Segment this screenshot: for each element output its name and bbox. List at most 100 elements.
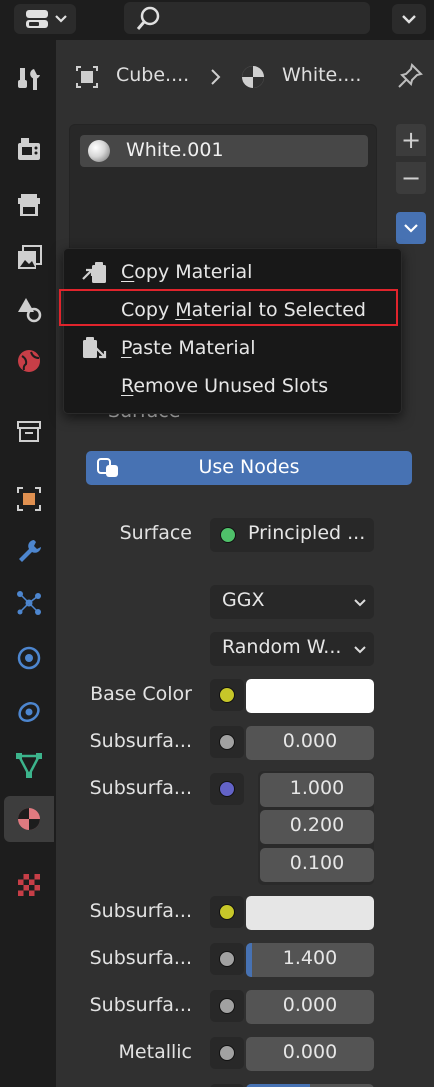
menu-item-label: Copy Material xyxy=(121,261,253,283)
subsurface-anisotropy-label: Subsurfa... xyxy=(89,994,192,1016)
material-icon xyxy=(18,808,40,830)
subsurface-radius-x[interactable]: 1.000 xyxy=(260,773,374,807)
base-color-label: Base Color xyxy=(90,683,192,705)
socket-icon xyxy=(219,1045,235,1061)
tab-data[interactable] xyxy=(4,742,54,788)
subsurface-radius-y[interactable]: 0.200 xyxy=(260,810,374,844)
chevron-down-icon xyxy=(354,599,366,607)
search-icon xyxy=(136,6,160,30)
surface-shader-field[interactable]: Principled ... xyxy=(210,518,374,552)
subsurface-method-value: Random W... xyxy=(222,636,342,658)
subsurface-radius-socket[interactable] xyxy=(210,773,244,805)
subsurface-field[interactable]: 0.000 xyxy=(246,726,374,760)
slider-fill xyxy=(246,943,253,977)
tab-tool[interactable] xyxy=(4,56,54,102)
subsurface-radius-label: Subsurfa... xyxy=(89,777,192,799)
tab-physics[interactable] xyxy=(4,634,54,680)
subsurface-ior-slider[interactable]: 1.400 xyxy=(246,943,374,977)
pin-icon[interactable] xyxy=(396,62,424,90)
material-specials-menu: Copy Material Copy Material to Selected … xyxy=(63,248,402,414)
properties-editor: Cube.... White.... White.001 + − Surface… xyxy=(56,40,434,1087)
tab-texture[interactable] xyxy=(4,862,54,908)
distribution-dropdown[interactable]: GGX xyxy=(210,585,374,619)
tab-scene[interactable] xyxy=(4,286,54,332)
paste-icon xyxy=(83,337,107,359)
properties-tabs xyxy=(0,40,56,1087)
search-input[interactable] xyxy=(124,2,370,34)
render-icon xyxy=(18,138,40,160)
socket-icon xyxy=(219,781,235,797)
subsurface-label: Subsurfa... xyxy=(89,730,192,752)
material-slot-label: White.001 xyxy=(126,139,224,161)
highlight-annotation xyxy=(59,289,398,326)
view-layer-icon xyxy=(18,245,42,269)
tab-particles[interactable] xyxy=(4,580,54,626)
socket-icon xyxy=(219,998,235,1014)
material-preview-icon xyxy=(88,140,110,162)
base-color-swatch[interactable] xyxy=(246,679,374,713)
particles-icon xyxy=(17,591,41,615)
output-icon xyxy=(18,194,40,216)
editor-type-button[interactable] xyxy=(14,4,76,34)
tab-output[interactable] xyxy=(4,182,54,228)
menu-item-label: Paste Material xyxy=(121,337,256,359)
subsurface-socket[interactable] xyxy=(210,726,244,758)
slot-specials-button[interactable] xyxy=(396,212,426,244)
chevron-down-icon xyxy=(404,224,418,233)
material-slot-item[interactable]: White.001 xyxy=(80,135,368,167)
top-bar xyxy=(0,0,434,40)
breadcrumb: Cube.... White.... xyxy=(56,40,434,104)
subsurface-radius-z[interactable]: 0.100 xyxy=(260,848,374,882)
wrench-icon xyxy=(19,540,41,562)
breadcrumb-material[interactable]: White.... xyxy=(282,64,361,86)
subsurface-ior-value: 1.400 xyxy=(282,947,338,969)
use-nodes-button[interactable]: Use Nodes xyxy=(86,451,412,485)
tab-render[interactable] xyxy=(4,126,54,172)
socket-icon xyxy=(219,734,235,750)
surface-label: Surface xyxy=(119,522,192,544)
menu-item-copy-material[interactable]: Copy Material xyxy=(64,255,403,291)
distribution-value: GGX xyxy=(222,589,265,611)
tab-material[interactable] xyxy=(4,796,54,842)
socket-icon xyxy=(219,904,235,920)
object-icon xyxy=(17,487,41,511)
tab-view-layer[interactable] xyxy=(4,234,54,280)
socket-icon xyxy=(220,527,236,543)
subsurface-color-socket[interactable] xyxy=(210,896,244,928)
collection-icon xyxy=(17,421,41,442)
tab-collection[interactable] xyxy=(4,408,54,454)
physics-icon xyxy=(17,646,41,670)
breadcrumb-object[interactable]: Cube.... xyxy=(116,64,189,86)
tab-world[interactable] xyxy=(4,338,54,384)
constraints-icon xyxy=(18,702,40,722)
menu-item-remove-unused-slots[interactable]: Remove Unused Slots xyxy=(64,369,403,405)
socket-icon xyxy=(219,951,235,967)
mesh-data-icon xyxy=(16,753,42,778)
chevron-down-icon xyxy=(402,15,416,24)
tab-constraints[interactable] xyxy=(4,688,54,734)
chevron-down-icon xyxy=(354,646,366,654)
metallic-field[interactable]: 0.000 xyxy=(246,1037,374,1071)
remove-slot-button[interactable]: − xyxy=(396,162,426,194)
subsurface-ior-socket[interactable] xyxy=(210,943,244,975)
texture-icon xyxy=(18,874,40,896)
object-icon xyxy=(76,66,98,88)
metallic-socket[interactable] xyxy=(210,1037,244,1069)
socket-icon xyxy=(219,687,235,703)
menu-item-paste-material[interactable]: Paste Material xyxy=(64,331,403,367)
copy-icon xyxy=(82,262,106,283)
subsurface-color-label: Subsurfa... xyxy=(89,900,192,922)
subsurface-anisotropy-socket[interactable] xyxy=(210,990,244,1022)
subsurface-method-dropdown[interactable]: Random W... xyxy=(210,632,374,666)
add-slot-button[interactable]: + xyxy=(396,124,426,156)
subsurface-color-swatch[interactable] xyxy=(246,896,374,930)
chevron-right-icon xyxy=(211,69,221,85)
tool-icon xyxy=(18,68,40,90)
tab-object[interactable] xyxy=(4,476,54,522)
options-dropdown[interactable] xyxy=(392,4,426,34)
base-color-socket[interactable] xyxy=(210,679,244,711)
menu-item-label: Remove Unused Slots xyxy=(121,375,329,397)
tab-modifiers[interactable] xyxy=(4,528,54,574)
subsurface-anisotropy-field[interactable]: 0.000 xyxy=(246,990,374,1024)
world-icon xyxy=(18,350,40,372)
